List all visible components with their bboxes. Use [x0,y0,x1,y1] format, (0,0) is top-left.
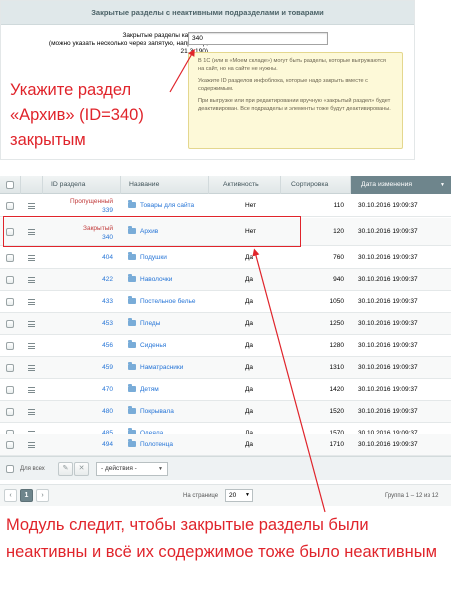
arrow-to-input [169,48,195,93]
arrow-to-row [252,248,326,513]
annotation-arrows [169,48,326,513]
